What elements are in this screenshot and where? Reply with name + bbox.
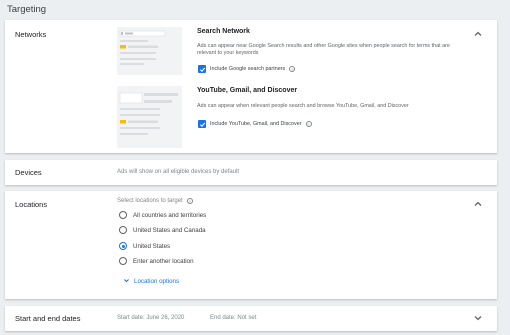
display-network-title: YouTube, Gmail, and Discover	[197, 87, 298, 94]
start-date: Start date: June 26, 2020	[117, 314, 185, 321]
radio-selected-icon[interactable]	[119, 242, 127, 250]
devices-section[interactable]: Devices Ads will show on all eligible de…	[5, 160, 497, 185]
dates-section[interactable]: Start and end dates Start date: June 26,…	[5, 306, 497, 331]
search-network-description: Ads can appear near Google Search result…	[197, 43, 450, 56]
devices-label: Devices	[15, 168, 42, 177]
radio-icon[interactable]	[119, 257, 127, 265]
locations-section: Locations Select locations to target ? A…	[5, 191, 497, 299]
location-option-us[interactable]: United States	[119, 242, 170, 250]
locations-label: Locations	[15, 200, 48, 209]
location-option-all[interactable]: All countries and territories	[119, 211, 206, 219]
end-date: End date: Not set	[210, 314, 257, 321]
locations-prompt-row: Select locations to target ?	[117, 198, 193, 204]
help-icon[interactable]: ?	[186, 198, 193, 204]
youtube-gmail-discover-option[interactable]: Include YouTube, Gmail, and Discover ?	[198, 120, 312, 128]
youtube-gmail-discover-label: Include YouTube, Gmail, and Discover	[210, 121, 302, 127]
location-option-us-canada[interactable]: United States and Canada	[119, 226, 206, 234]
chevron-up-icon[interactable]	[473, 29, 483, 39]
location-options-label: Location options	[134, 278, 180, 285]
networks-section: Networks Search Network Ads can appear n…	[5, 20, 497, 153]
location-option-other[interactable]: Enter another location	[119, 257, 194, 265]
display-network-description: Ads can appear when relevant people sear…	[197, 103, 409, 109]
chevron-up-icon[interactable]	[473, 199, 483, 209]
display-network-illustration	[117, 86, 182, 148]
chevron-down-icon[interactable]	[473, 313, 483, 323]
location-option-label: All countries and territories	[133, 211, 207, 219]
search-network-illustration	[117, 27, 182, 75]
devices-summary: Ads will show on all eligible devices by…	[117, 168, 240, 175]
search-network-title: Search Network	[197, 28, 250, 35]
checkbox-checked-icon[interactable]	[198, 120, 206, 128]
dates-label: Start and end dates	[15, 314, 81, 323]
search-partners-label: Include Google search partners	[210, 66, 286, 72]
page-title: Targeting	[7, 4, 47, 15]
chevron-down-icon	[123, 277, 130, 286]
radio-icon[interactable]	[119, 226, 127, 234]
location-option-label: United States and Canada	[133, 226, 206, 234]
locations-prompt: Select locations to target	[117, 198, 183, 204]
help-icon[interactable]: ?	[289, 66, 296, 72]
help-icon[interactable]: ?	[305, 121, 312, 127]
location-option-label: United States	[133, 242, 171, 250]
checkbox-checked-icon[interactable]	[198, 65, 206, 73]
search-partners-option[interactable]: Include Google search partners ?	[198, 65, 296, 73]
radio-icon[interactable]	[119, 211, 127, 219]
networks-label: Networks	[15, 30, 47, 39]
location-option-label: Enter another location	[133, 257, 194, 265]
location-options-link[interactable]: Location options	[123, 277, 179, 286]
